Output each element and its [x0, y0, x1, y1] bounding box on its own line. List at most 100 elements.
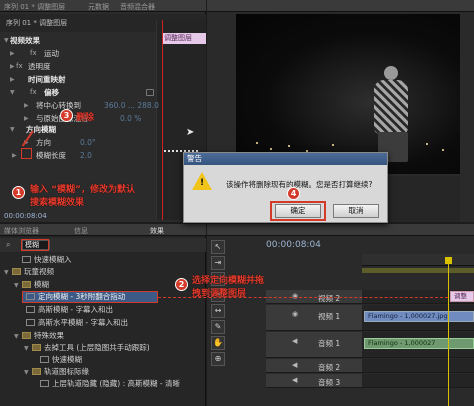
list-item[interactable]: 快速模糊: [40, 354, 82, 366]
folder-icon: [12, 268, 21, 275]
track-name: 视频 2: [318, 294, 341, 303]
effect-label-opacity: 透明度: [28, 62, 51, 71]
list-item-directional-blur[interactable]: 定向模糊 - 3秒附翻合指动: [26, 291, 125, 303]
tab-metadata[interactable]: 元数据: [88, 2, 109, 12]
list-item[interactable]: 快速模糊入: [14, 254, 72, 266]
timeline-timecode[interactable]: 00:00:08:04: [266, 240, 321, 250]
speaker-icon[interactable]: ◀: [292, 376, 297, 384]
list-item-label: 轨道图标际缘: [44, 367, 89, 376]
program-monitor-video[interactable]: [236, 14, 460, 174]
param-label-blur-length: 模糊长度: [36, 151, 66, 160]
param-value-blur-length[interactable]: 2.0: [80, 149, 92, 162]
list-item[interactable]: 高斯模糊 - 字幕入和出: [26, 304, 113, 316]
collapse-triangle-icon: ▼: [24, 345, 29, 352]
program-monitor-titlebar: [207, 0, 474, 12]
slip-tool-icon[interactable]: ↔: [211, 304, 225, 318]
expand-triangle-icon[interactable]: ▶: [10, 47, 15, 60]
annotation-text-3: 删除: [76, 113, 95, 123]
timeline-playhead[interactable]: [448, 262, 449, 406]
folder-icon: [32, 344, 41, 351]
track-name: 视频 1: [318, 312, 341, 321]
list-item[interactable]: ▼ 去掉工具 (上层隐图共手动跟踪): [24, 342, 150, 354]
effect-preset-icon: [22, 256, 31, 263]
track-lane-audio-3[interactable]: [362, 374, 474, 388]
track-header-audio-1[interactable]: [266, 332, 362, 358]
eye-icon[interactable]: ◉: [292, 292, 298, 300]
eye-icon[interactable]: ◉: [292, 310, 298, 318]
track-select-tool-icon[interactable]: ⇥: [211, 256, 225, 270]
pen-tool-icon[interactable]: ✎: [211, 320, 225, 334]
collapse-triangle-icon: ▼: [14, 282, 19, 289]
city-light: [332, 144, 334, 146]
effect-preset-icon: [26, 319, 35, 326]
expand-triangle-icon[interactable]: ▶: [10, 73, 15, 86]
speaker-icon[interactable]: ◀: [292, 337, 297, 345]
effect-controls-timecode[interactable]: 00:00:08:04: [4, 212, 47, 220]
tab-effects[interactable]: 效果: [150, 226, 164, 236]
effect-preset-icon: [40, 356, 49, 363]
effect-row-opacity[interactable]: ▶ fx 透明度: [0, 60, 156, 73]
list-item-label: 高斯水平模糊 - 字幕入和出: [38, 318, 128, 327]
expand-triangle-icon[interactable]: ▶: [24, 99, 29, 112]
collapse-triangle-icon[interactable]: ▼: [4, 34, 9, 47]
speaker-icon[interactable]: ◀: [292, 361, 297, 369]
collapse-triangle-icon[interactable]: ▼: [10, 86, 15, 99]
list-item[interactable]: 高斯水平模糊 - 字幕入和出: [26, 317, 128, 329]
reset-icon[interactable]: [146, 89, 154, 96]
param-label-direction: 方向: [36, 138, 51, 147]
list-item-label: 去掉工具 (上层隐图共手动跟踪): [44, 343, 150, 352]
audio-clip[interactable]: Flamingo - 1,000027: [364, 338, 474, 349]
track-name: 音频 1: [318, 339, 341, 348]
expand-triangle-icon[interactable]: ▶: [10, 60, 15, 73]
list-item[interactable]: ▼ 特殊效果: [14, 330, 64, 342]
track-lane-audio-2[interactable]: [362, 359, 474, 373]
dialog-message: 该操作将删除现有的模糊。您是否打算继续?: [226, 180, 373, 189]
selection-tool-icon[interactable]: ↖: [211, 240, 225, 254]
work-area-bar[interactable]: [362, 268, 474, 273]
param-value-center[interactable]: 360.0 ... 288.0: [104, 99, 159, 112]
effects-panel-tabs: 媒体浏览器 信息 效果: [0, 224, 206, 236]
effect-preset-icon: [40, 380, 49, 387]
effect-row-directional-blur[interactable]: ▼ 方向模糊: [0, 123, 156, 136]
video-effects-section[interactable]: ▼ 视频效果: [0, 34, 156, 47]
list-item[interactable]: ▼ 模糊: [14, 279, 49, 291]
ok-button[interactable]: 确定: [275, 204, 321, 218]
annotation-step-3: 3: [60, 109, 73, 122]
annotation-text-1a: 输入 “模糊”，修改为默认: [30, 185, 135, 195]
city-light: [426, 143, 428, 145]
effect-controls-titlebar: 序列 01 * 调整图层 元数据 音频混合器: [0, 0, 206, 12]
effect-controls-playhead[interactable]: [162, 20, 163, 220]
dialog-title: 警告: [184, 153, 387, 165]
track-header-audio-2[interactable]: [266, 359, 362, 373]
sequence-clip-label: 序列 01 * 调整图层: [6, 19, 68, 27]
expand-triangle-icon[interactable]: ▶: [12, 149, 17, 162]
zoom-tool-icon[interactable]: ⊕: [211, 352, 225, 366]
tab-effect-controls[interactable]: 序列 01 * 调整图层: [4, 2, 65, 12]
effect-row-time-remap[interactable]: ▶ 时间重映射: [0, 73, 156, 86]
track-header-audio-3[interactable]: [266, 374, 362, 388]
list-item-label: 快速模糊: [52, 355, 82, 364]
adjustment-layer-clip-bar[interactable]: 调整图层: [162, 33, 206, 44]
hand-tool-icon[interactable]: ✋: [211, 336, 225, 350]
param-value-direction[interactable]: 0.0°: [80, 136, 96, 149]
list-item[interactable]: ▼ 轨道图标际缘: [24, 366, 89, 378]
cancel-button[interactable]: 取消: [333, 204, 379, 218]
adjustment-layer-clip[interactable]: 调整: [450, 291, 474, 302]
track-header-video-1[interactable]: [266, 305, 362, 331]
tab-audio-mixer[interactable]: 音频混合器: [120, 2, 155, 12]
effect-row-offset[interactable]: ▼ fx 偏移: [0, 86, 156, 99]
list-item-label: 快速模糊入: [34, 255, 72, 264]
collapse-triangle-icon[interactable]: ▼: [10, 123, 15, 136]
video-clip[interactable]: Flamingo - 1,000027.jpg: [364, 311, 474, 322]
list-item-label: 定向模糊 - 3秒附翻合指动: [38, 292, 126, 301]
timeline-ruler[interactable]: [362, 254, 474, 266]
tab-info[interactable]: 信息: [74, 226, 88, 236]
annotation-step-2: 2: [175, 278, 188, 291]
list-item[interactable]: 上层轨道隐藏 (隐藏) : 高斯模糊 - 清晰: [40, 378, 180, 390]
list-item[interactable]: ▼ 玩童视频: [4, 266, 54, 278]
effect-label-offset: 偏移: [44, 88, 59, 97]
tab-media-browser[interactable]: 媒体浏览器: [4, 226, 39, 236]
param-label-center: 将中心转换到: [36, 101, 81, 110]
effect-row-motion[interactable]: ▶ fx 运动: [0, 47, 156, 60]
list-item-label: 玩童视频: [24, 267, 54, 276]
